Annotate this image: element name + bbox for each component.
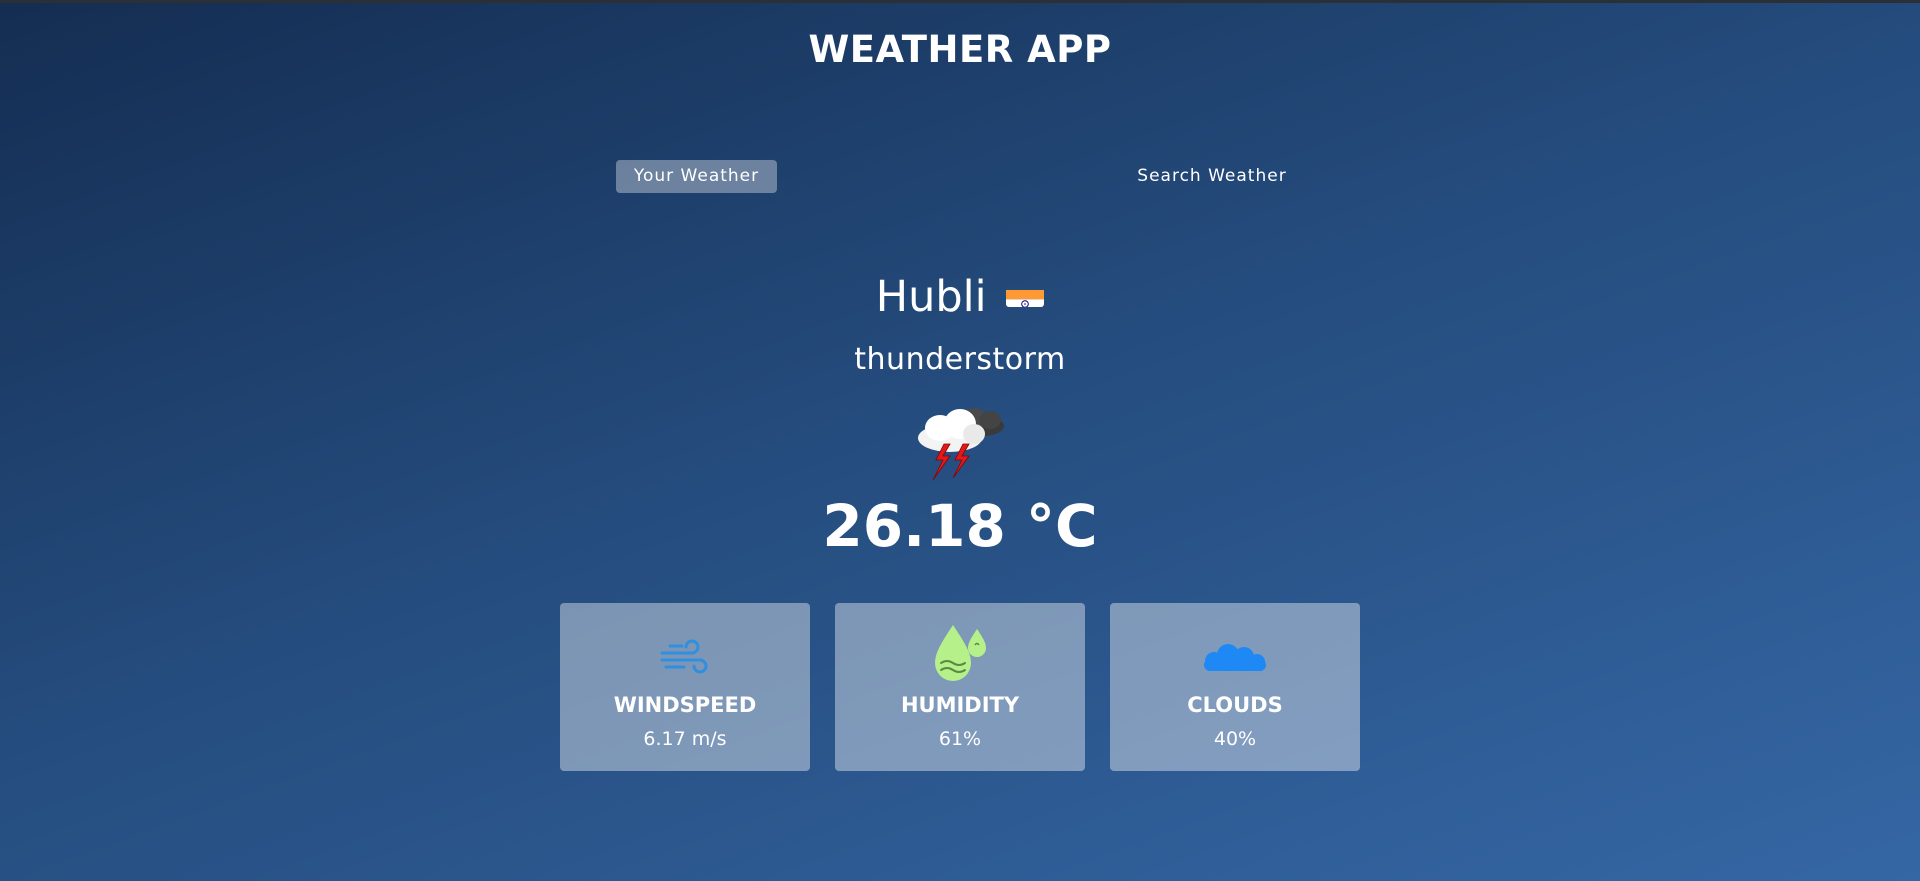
humidity-drop-icon bbox=[835, 623, 1085, 683]
temperature: 26.18 °C bbox=[822, 492, 1098, 560]
humidity-label: HUMIDITY bbox=[900, 693, 1020, 717]
india-flag-icon bbox=[1006, 279, 1045, 307]
app-title: WEATHER APP bbox=[808, 28, 1112, 71]
wind-icon bbox=[560, 623, 810, 683]
windspeed-card: WINDSPEED 6.17 m/s bbox=[560, 603, 810, 771]
windspeed-value: 6.17 m/s bbox=[643, 728, 727, 750]
humidity-value: 61% bbox=[938, 728, 982, 750]
cloud-icon bbox=[1110, 623, 1360, 683]
humidity-card: HUMIDITY 61% bbox=[835, 603, 1085, 771]
clouds-card: CLOUDS 40% bbox=[1110, 603, 1360, 771]
tab-search-weather[interactable]: Search Weather bbox=[1122, 160, 1302, 193]
clouds-label: CLOUDS bbox=[1187, 693, 1283, 717]
tab-your-weather[interactable]: Your Weather bbox=[616, 160, 777, 193]
thunderstorm-icon bbox=[908, 400, 1014, 482]
city-heading: Hubli bbox=[0, 272, 1920, 322]
windspeed-label: WINDSPEED bbox=[613, 693, 757, 717]
city-name: Hubli bbox=[875, 272, 987, 322]
window-top-border bbox=[0, 0, 1920, 3]
weather-description: thunderstorm bbox=[854, 342, 1066, 377]
clouds-value: 40% bbox=[1213, 728, 1257, 750]
